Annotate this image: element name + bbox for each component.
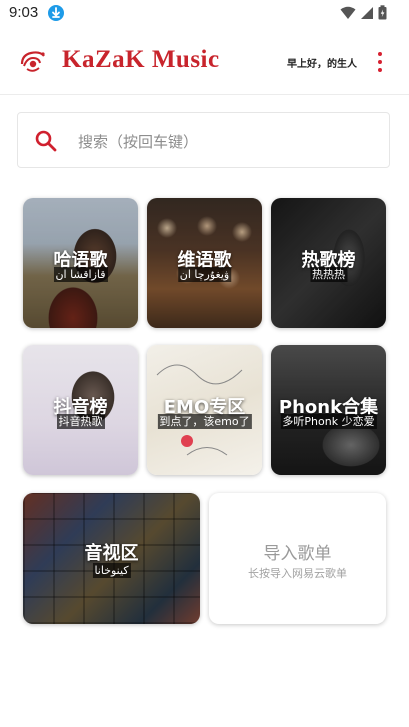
greeting-text: 早上好，的生人 — [287, 59, 357, 70]
import-playlist-card[interactable]: 导入歌单 长按导入网易云歌单 — [209, 493, 386, 624]
app-logo — [18, 46, 48, 76]
search-box[interactable] — [17, 112, 390, 168]
status-time: 9:03 — [9, 4, 39, 21]
tile-subtitle: 热热热 — [310, 267, 347, 282]
tile-subtitle: كينوخانا — [92, 563, 131, 578]
category-tile-uyghur-songs[interactable]: 维语歌 ۋيغۇرچا ان — [147, 198, 262, 328]
category-tile-phonk[interactable]: Phonk合集 多听Phonk 少恋爱 — [271, 345, 386, 475]
status-bar: 9:03 — [0, 0, 409, 28]
import-playlist-hint: 长按导入网易云歌单 — [248, 567, 347, 580]
wifi-icon — [340, 6, 356, 19]
tile-subtitle: 抖音热歌 — [56, 414, 105, 429]
status-icons — [340, 5, 387, 20]
category-tile-emo-zone[interactable]: EMO专区 到点了，该emo了 — [147, 345, 262, 475]
tile-subtitle: ۋيغۇرچا ان — [177, 267, 232, 282]
tile-title: 音视区 — [84, 543, 139, 564]
category-tile-douyin-chart[interactable]: 抖音榜 抖音热歌 — [23, 345, 138, 475]
search-icon[interactable] — [34, 129, 58, 153]
tile-subtitle: قازاقشا ان — [53, 267, 108, 282]
more-menu-button[interactable] — [372, 50, 388, 76]
more-dot-icon — [378, 60, 382, 64]
search-input[interactable] — [76, 129, 380, 155]
import-playlist-title: 导入歌单 — [263, 544, 332, 564]
category-tile-audio-video[interactable]: 音视区 كينوخانا — [23, 493, 200, 624]
app-title: KaZaK Music — [62, 46, 220, 73]
tile-subtitle: 多听Phonk 少恋爱 — [280, 414, 377, 429]
more-dot-icon — [378, 68, 382, 72]
download-icon — [48, 5, 64, 21]
category-tile-hot-chart[interactable]: 热歌榜 热热热 — [271, 198, 386, 328]
signal-icon — [361, 6, 373, 19]
battery-icon — [378, 5, 387, 20]
app-header: KaZaK Music 早上好，的生人 — [0, 30, 409, 95]
more-dot-icon — [378, 52, 382, 56]
category-tile-kazakh-songs[interactable]: 哈语歌 قازاقشا ان — [23, 198, 138, 328]
tile-subtitle: 到点了，该emo了 — [157, 414, 252, 429]
